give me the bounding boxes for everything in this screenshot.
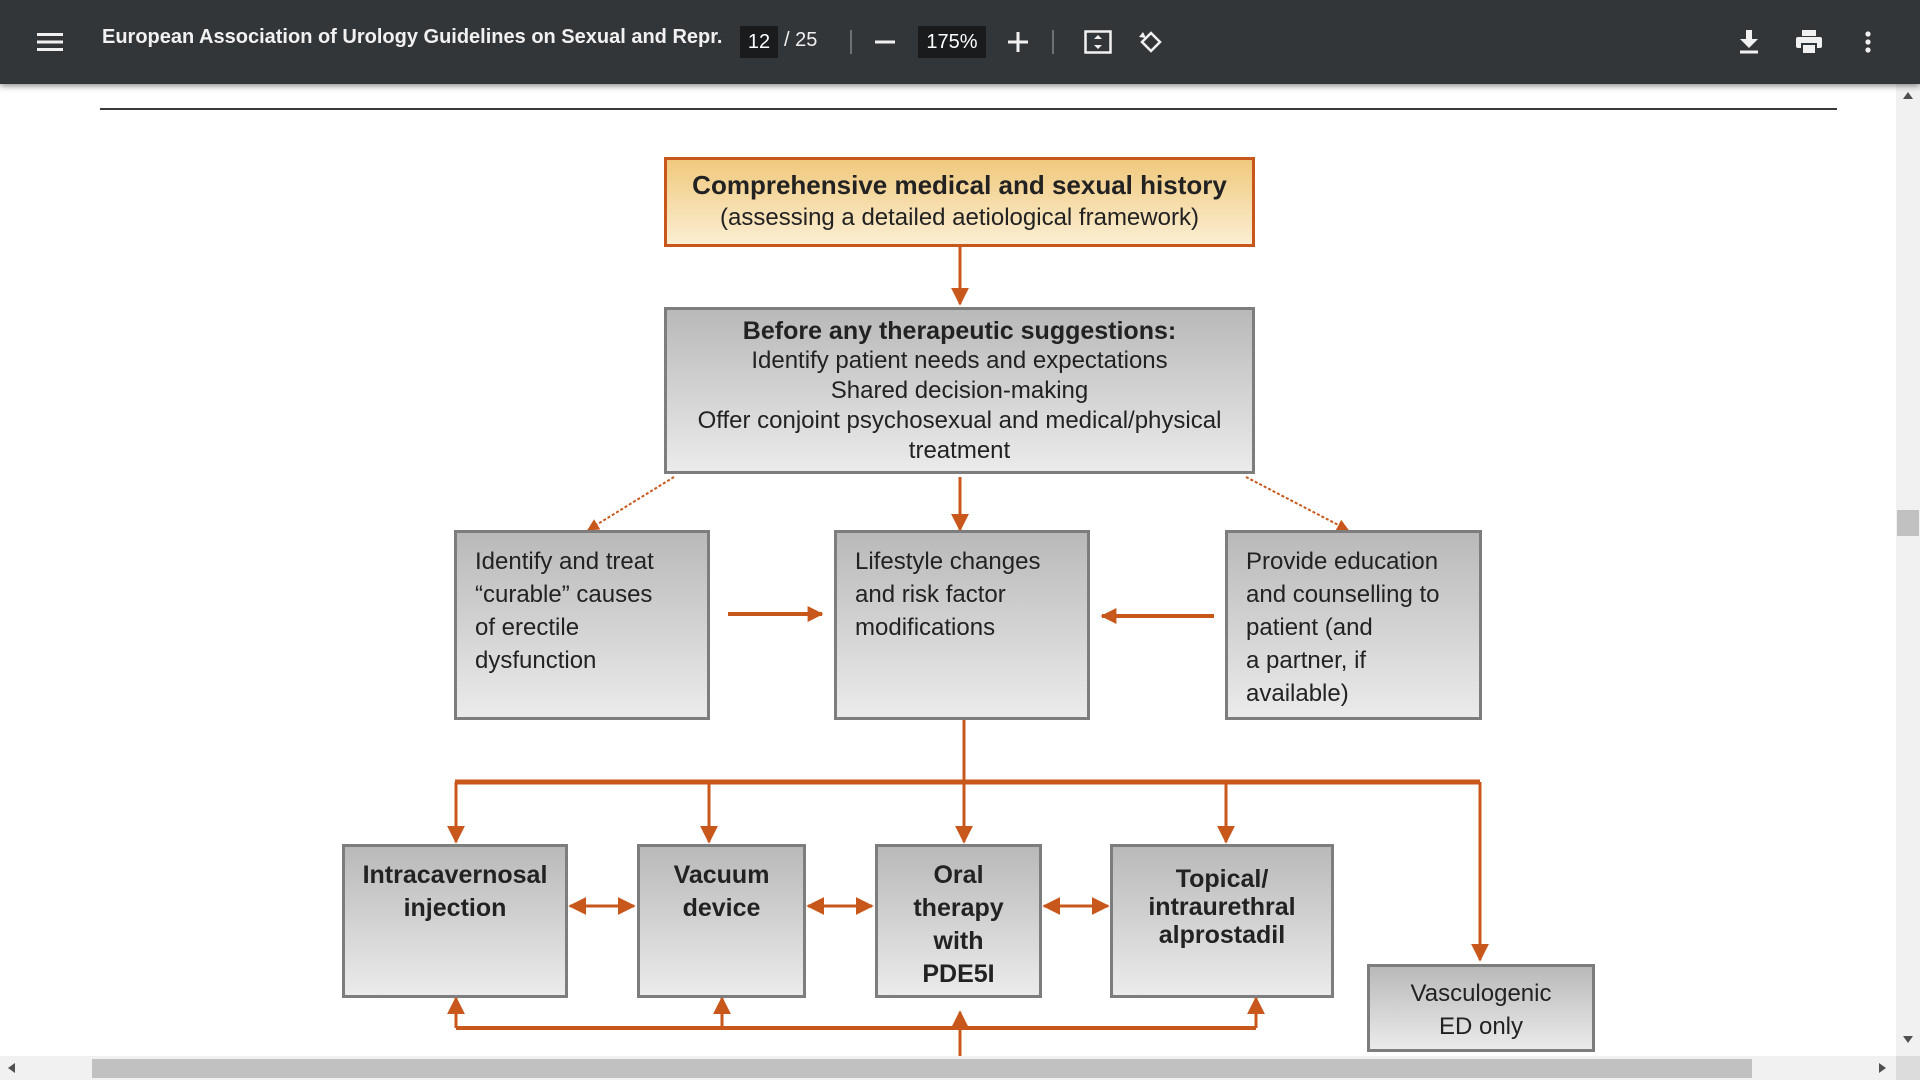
curable-causes-box: Identify and treat “curable” causes of e… xyxy=(454,530,710,720)
zoom-in-icon[interactable] xyxy=(994,18,1042,66)
education-line: a partner, if xyxy=(1246,647,1367,674)
education-line: available) xyxy=(1246,680,1349,707)
scroll-up-icon[interactable] xyxy=(1903,92,1913,99)
toolbar-divider xyxy=(1052,30,1054,54)
menu-icon[interactable] xyxy=(26,18,74,66)
rotate-icon[interactable] xyxy=(1127,18,1175,66)
scroll-right-icon[interactable] xyxy=(1879,1063,1886,1073)
page-total: / 25 xyxy=(784,29,818,51)
before-line: Identify patient needs and expectations xyxy=(751,347,1168,374)
before-title: Before any therapeutic suggestions: xyxy=(742,317,1177,345)
ici-line: Intracavernosal xyxy=(362,861,548,889)
lifestyle-line: and risk factor xyxy=(855,581,1006,608)
intracavernosal-injection-box: Intracavernosal injection xyxy=(342,844,568,998)
history-box: Comprehensive medical and sexual history… xyxy=(664,157,1255,247)
oral-line: Oral xyxy=(933,861,984,889)
vasculogenic-line: ED only xyxy=(1438,1013,1524,1040)
vacuum-line: device xyxy=(682,894,761,922)
oral-line: PDE5I xyxy=(922,960,995,988)
download-icon[interactable] xyxy=(1725,18,1773,66)
curable-line: of erectile xyxy=(475,614,580,641)
fit-to-page-icon[interactable] xyxy=(1074,18,1122,66)
lifestyle-line: Lifestyle changes xyxy=(855,548,1041,575)
curable-line: Identify and treat xyxy=(475,548,654,575)
scrollbar-corner xyxy=(1896,1056,1920,1080)
curable-line: dysfunction xyxy=(475,647,597,674)
curable-line: “curable” causes xyxy=(475,581,653,608)
zoom-out-icon[interactable] xyxy=(861,18,909,66)
oral-line: therapy xyxy=(913,894,1004,922)
more-options-icon[interactable] xyxy=(1844,18,1892,66)
vacuum-line: Vacuum xyxy=(673,861,770,889)
pdf-toolbar: European Association of Urology Guidelin… xyxy=(0,0,1920,84)
zoom-level-input[interactable]: 175% xyxy=(918,26,986,58)
before-line: Shared decision-making xyxy=(830,377,1089,404)
lifestyle-box: Lifestyle changes and risk factor modifi… xyxy=(834,530,1090,720)
topical-line: alprostadil xyxy=(1158,921,1286,949)
education-line: and counselling to xyxy=(1246,581,1440,608)
print-icon[interactable] xyxy=(1785,18,1833,66)
before-suggestions-box: Before any therapeutic suggestions: Iden… xyxy=(664,307,1255,474)
topical-line: intraurethral xyxy=(1148,893,1296,921)
page-number-input[interactable]: 12 xyxy=(740,26,778,58)
topical-alprostadil-box: Topical/ intraurethral alprostadil xyxy=(1110,844,1334,998)
before-line: Offer conjoint psychosexual and medical/… xyxy=(697,407,1222,434)
lifestyle-line: modifications xyxy=(855,614,996,641)
oral-line: with xyxy=(933,927,984,955)
scroll-down-icon[interactable] xyxy=(1903,1036,1913,1043)
arrow-before-to-education xyxy=(1245,476,1350,531)
vacuum-device-box: Vacuum device xyxy=(637,844,806,998)
topical-line: Topical/ xyxy=(1175,865,1269,893)
education-box: Provide education and counselling to pat… xyxy=(1225,530,1482,720)
arrow-before-to-curable xyxy=(586,476,675,531)
history-subtitle: (assessing a detailed aetiological frame… xyxy=(720,204,1199,231)
vasculogenic-line: Vasculogenic xyxy=(1410,980,1552,1007)
before-line: treatment xyxy=(908,437,1011,464)
toolbar-divider xyxy=(850,30,852,54)
vertical-scrollbar[interactable] xyxy=(1896,84,1920,1056)
vasculogenic-box: Vasculogenic ED only xyxy=(1367,964,1595,1052)
scroll-left-icon[interactable] xyxy=(8,1063,15,1073)
document-viewer[interactable]: Comprehensive medical and sexual history… xyxy=(0,84,1896,1056)
ici-line: injection xyxy=(403,894,507,922)
education-line: Provide education xyxy=(1246,548,1439,575)
history-title: Comprehensive medical and sexual history xyxy=(692,170,1227,200)
horizontal-scroll-thumb[interactable] xyxy=(92,1059,1752,1078)
vertical-scroll-thumb[interactable] xyxy=(1897,510,1919,536)
education-line: patient (and xyxy=(1246,614,1373,641)
oral-therapy-box: Oral therapy with PDE5I xyxy=(875,844,1042,998)
document-title: European Association of Urology Guidelin… xyxy=(102,26,722,48)
